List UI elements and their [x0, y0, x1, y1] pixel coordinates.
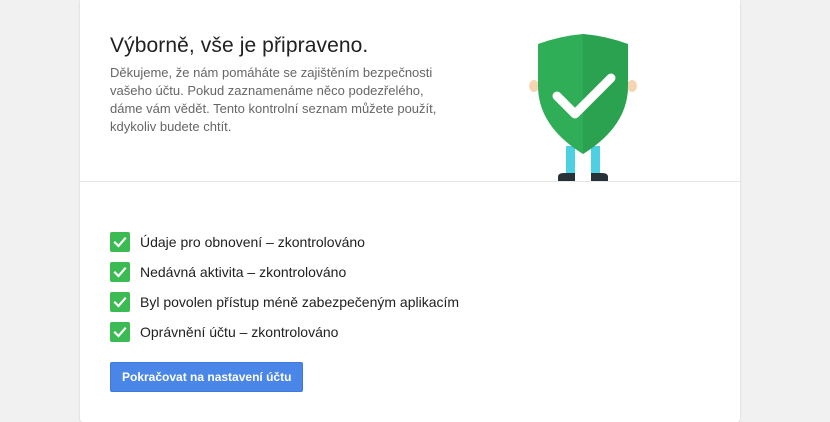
- continue-to-account-settings-button[interactable]: Pokračovat na nastavení účtu: [110, 362, 304, 392]
- checkbox-checked-icon: [110, 292, 130, 312]
- list-item: Oprávnění účtu – zkontrolováno: [110, 322, 459, 342]
- list-item-label: Údaje pro obnovení – zkontrolováno: [140, 234, 365, 250]
- page-title: Výborně, vše je připraveno.: [110, 34, 369, 57]
- list-item-label: Oprávnění účtu – zkontrolováno: [140, 324, 339, 340]
- list-item-label: Nedávná aktivita – zkontrolováno: [140, 264, 347, 280]
- checkup-list: Údaje pro obnovení – zkontrolováno Nedáv…: [110, 232, 459, 352]
- list-item: Údaje pro obnovení – zkontrolováno: [110, 232, 459, 252]
- list-item: Byl povolen přístup méně zabezpečeným ap…: [110, 292, 459, 312]
- checkbox-checked-icon: [110, 322, 130, 342]
- summary-section: Výborně, vše je připraveno. Děkujeme, že…: [80, 0, 740, 182]
- list-item: Nedávná aktivita – zkontrolováno: [110, 262, 459, 282]
- page-description: Děkujeme, že nám pomáháte se zajištěním …: [110, 65, 437, 134]
- list-item-label: Byl povolen přístup méně zabezpečeným ap…: [140, 294, 460, 310]
- checkbox-checked-icon: [110, 232, 130, 252]
- checkbox-checked-icon: [110, 262, 130, 282]
- shield-check-icon: [529, 34, 637, 181]
- security-checkup-card: Výborně, vše je připraveno. Děkujeme, že…: [80, 0, 740, 422]
